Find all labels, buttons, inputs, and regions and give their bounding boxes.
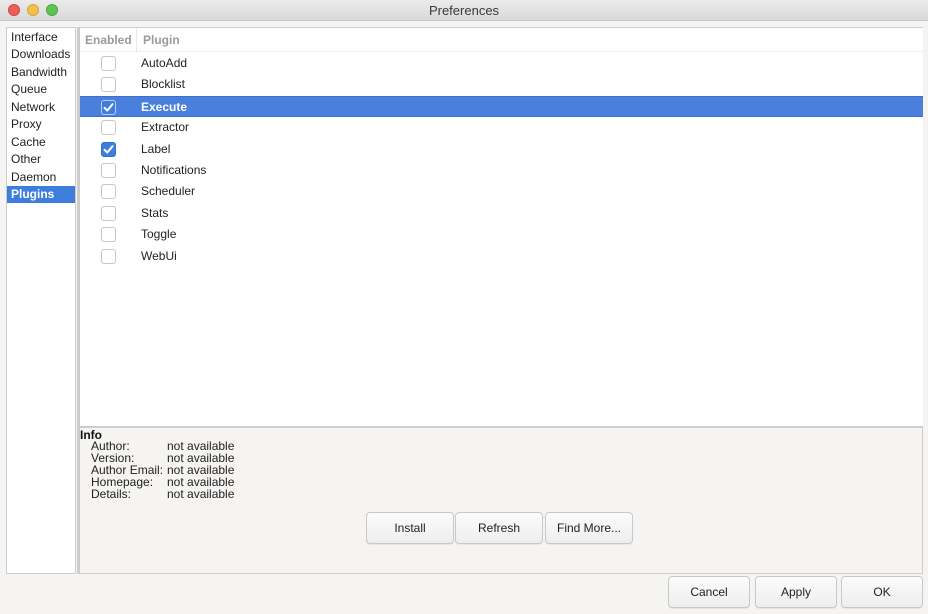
title-bar: Preferences	[0, 0, 928, 21]
plugin-name: Blocklist	[141, 77, 186, 92]
plugin-row-stats[interactable]: Stats	[80, 203, 923, 224]
plugin-row-blocklist[interactable]: Blocklist	[80, 74, 923, 95]
plugin-name: AutoAdd	[141, 56, 188, 70]
sidebar-item-queue[interactable]: Queue	[7, 81, 75, 98]
sidebar-item-plugins[interactable]: Plugins	[7, 186, 75, 203]
plugin-name: Execute	[141, 99, 188, 114]
plugin-enabled-checkbox[interactable]	[101, 99, 116, 115]
refresh-button[interactable]: Refresh	[455, 512, 543, 544]
plugin-row-toggle[interactable]: Toggle	[80, 224, 923, 245]
plugin-enabled-checkbox[interactable]	[101, 227, 116, 243]
column-header-enabled[interactable]: Enabled	[85, 28, 137, 52]
plugin-enabled-checkbox[interactable]	[101, 56, 116, 71]
checkmark-icon	[103, 144, 114, 154]
ok-button[interactable]: OK	[841, 576, 923, 608]
plugins-panel: Enabled Plugin AutoAdd Blocklist Execute Ex…	[77, 27, 923, 574]
sidebar-item-bandwidth[interactable]: Bandwidth	[7, 64, 75, 81]
plugin-name: WebUi	[141, 248, 177, 263]
sidebar-item-other[interactable]: Other	[7, 151, 75, 168]
plugin-enabled-checkbox[interactable]	[101, 184, 116, 200]
preferences-category-list[interactable]: Interface Downloads Bandwidth Queue Netw…	[6, 27, 76, 574]
plugin-enabled-checkbox[interactable]	[101, 248, 116, 264]
plugin-enabled-checkbox[interactable]	[101, 163, 116, 178]
plugin-name: Scheduler	[141, 184, 196, 199]
window-title: Preferences	[428, 3, 500, 18]
sidebar-item-interface[interactable]: Interface	[7, 29, 75, 46]
install-button[interactable]: Install	[366, 512, 454, 544]
sidebar-item-daemon[interactable]: Daemon	[7, 169, 75, 186]
plugin-row-notifications[interactable]: Notifications	[80, 160, 923, 181]
plugin-row-execute[interactable]: Execute	[80, 95, 923, 117]
plugin-enabled-checkbox[interactable]	[101, 141, 116, 157]
apply-button[interactable]: Apply	[755, 576, 837, 608]
sidebar-item-downloads[interactable]: Downloads	[7, 46, 75, 63]
plugin-name: Label	[141, 141, 171, 156]
sidebar-item-proxy[interactable]: Proxy	[7, 116, 75, 133]
plugin-enabled-checkbox[interactable]	[101, 205, 116, 221]
plugin-row-label[interactable]: Label	[80, 139, 923, 160]
find-more-button[interactable]: Find More...	[545, 512, 633, 544]
checkmark-icon	[103, 102, 114, 112]
info-label-details: Details:	[91, 487, 132, 501]
column-header-plugin[interactable]: Plugin	[143, 28, 180, 52]
sidebar-item-network[interactable]: Network	[7, 99, 75, 116]
plugin-enabled-checkbox[interactable]	[101, 77, 116, 93]
plugin-row-webui[interactable]: WebUi	[80, 246, 923, 267]
plugins-table: Enabled Plugin AutoAdd Blocklist Execute Ex…	[80, 28, 923, 428]
cancel-button[interactable]: Cancel	[668, 576, 750, 608]
plugin-enabled-checkbox[interactable]	[101, 120, 116, 136]
info-value-details: not available	[167, 487, 235, 501]
plugin-row-extractor[interactable]: Extractor	[80, 117, 923, 138]
plugin-name: Notifications	[141, 163, 207, 177]
plugin-name: Extractor	[141, 120, 190, 135]
sidebar-item-cache[interactable]: Cache	[7, 134, 75, 151]
plugin-name: Toggle	[141, 227, 177, 242]
plugin-row-autoadd[interactable]: AutoAdd	[80, 53, 923, 74]
table-header: Enabled Plugin	[80, 28, 923, 52]
preferences-window: Preferences Interface Downloads Bandwidt…	[0, 0, 928, 614]
plugin-row-scheduler[interactable]: Scheduler	[80, 181, 923, 202]
plugin-name: Stats	[141, 205, 169, 220]
